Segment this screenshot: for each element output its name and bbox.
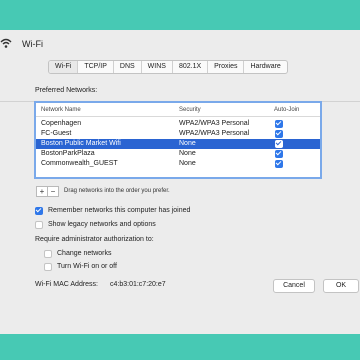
admin-authorization-label: Require administrator authorization to:: [35, 236, 154, 243]
drag-hint: Drag networks into the order you prefer.: [64, 188, 170, 194]
tab-wifi[interactable]: Wi-Fi: [49, 61, 79, 73]
header: Wi-Fi: [0, 30, 360, 60]
turn-wifi-checkbox[interactable]: [44, 263, 52, 271]
network-row[interactable]: Commonwealth_GUEST None: [36, 159, 320, 169]
network-security: None: [179, 140, 196, 147]
window-title: Wi-Fi: [22, 39, 43, 49]
ok-button[interactable]: OK: [323, 279, 359, 293]
cancel-button[interactable]: Cancel: [273, 279, 315, 293]
tab-8021x[interactable]: 802.1X: [173, 61, 209, 73]
network-name: BostonParkPlaza: [41, 150, 95, 157]
auto-join-checkbox[interactable]: [275, 120, 283, 128]
show-legacy-label: Show legacy networks and options: [48, 221, 156, 228]
column-security[interactable]: Security: [179, 107, 201, 113]
column-auto-join[interactable]: Auto-Join: [274, 107, 299, 113]
network-security: WPA2/WPA3 Personal: [179, 120, 250, 127]
auto-join-checkbox[interactable]: [275, 150, 283, 158]
tab-tcpip[interactable]: TCP/IP: [78, 61, 114, 73]
network-name: FC-Guest: [41, 130, 72, 137]
tab-proxies[interactable]: Proxies: [208, 61, 245, 73]
network-row[interactable]: FC-Guest WPA2/WPA3 Personal: [36, 129, 320, 139]
tab-bar: Wi-Fi TCP/IP DNS WINS 802.1X Proxies Har…: [48, 60, 288, 74]
network-row-selected[interactable]: Boston Public Market Wifi None: [36, 139, 320, 149]
remember-networks-checkbox[interactable]: [35, 207, 43, 215]
preferred-networks-list[interactable]: Network Name Security Auto-Join Copenhag…: [34, 101, 322, 179]
column-network-name[interactable]: Network Name: [41, 107, 81, 113]
remove-network-button[interactable]: −: [47, 186, 59, 197]
network-name: Boston Public Market Wifi: [41, 140, 121, 147]
remember-networks-label: Remember networks this computer has join…: [48, 207, 191, 214]
wifi-icon: [0, 38, 12, 48]
network-security: WPA2/WPA3 Personal: [179, 130, 250, 137]
network-row[interactable]: BostonParkPlaza None: [36, 149, 320, 159]
network-row[interactable]: Copenhagen WPA2/WPA3 Personal: [36, 119, 320, 129]
list-header: Network Name Security Auto-Join: [36, 103, 320, 117]
auto-join-checkbox[interactable]: [275, 140, 283, 148]
network-name: Commonwealth_GUEST: [41, 160, 118, 167]
tab-wins[interactable]: WINS: [142, 61, 173, 73]
mac-address-value: c4:b3:01:c7:20:e7: [110, 281, 166, 288]
turn-wifi-label: Turn Wi-Fi on or off: [57, 263, 117, 270]
auto-join-checkbox[interactable]: [275, 130, 283, 138]
auto-join-checkbox[interactable]: [275, 160, 283, 168]
preferred-networks-label: Preferred Networks:: [35, 87, 98, 94]
tab-hardware[interactable]: Hardware: [244, 61, 286, 73]
network-security: None: [179, 150, 196, 157]
change-networks-checkbox[interactable]: [44, 250, 52, 258]
show-legacy-checkbox[interactable]: [35, 221, 43, 229]
tab-dns[interactable]: DNS: [114, 61, 142, 73]
change-networks-label: Change networks: [57, 250, 112, 257]
network-security: None: [179, 160, 196, 167]
mac-address-label: Wi-Fi MAC Address:: [35, 281, 99, 288]
network-name: Copenhagen: [41, 120, 82, 127]
